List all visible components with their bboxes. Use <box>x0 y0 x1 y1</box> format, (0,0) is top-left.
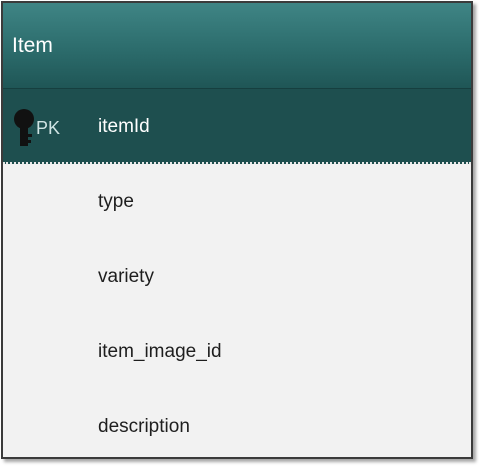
pk-attribute-name: itemId <box>98 116 150 137</box>
attribute-name: item_image_id <box>98 341 222 362</box>
pk-badge: PK <box>36 118 61 138</box>
attribute-name: variety <box>98 266 154 287</box>
attribute-row[interactable]: description <box>3 389 471 457</box>
entity-item[interactable]: Item PK itemId type variety item_image_i… <box>1 1 473 459</box>
entity-header[interactable]: Item <box>3 3 471 89</box>
attribute-name: description <box>98 416 190 437</box>
primary-key-row[interactable]: PK itemId <box>3 89 471 164</box>
attribute-row[interactable]: item_image_id <box>3 314 471 389</box>
attribute-name: type <box>98 191 134 212</box>
attribute-row[interactable]: type <box>3 164 471 239</box>
key-icon <box>14 109 34 146</box>
entity-title: Item <box>12 34 53 57</box>
attribute-row[interactable]: variety <box>3 239 471 314</box>
